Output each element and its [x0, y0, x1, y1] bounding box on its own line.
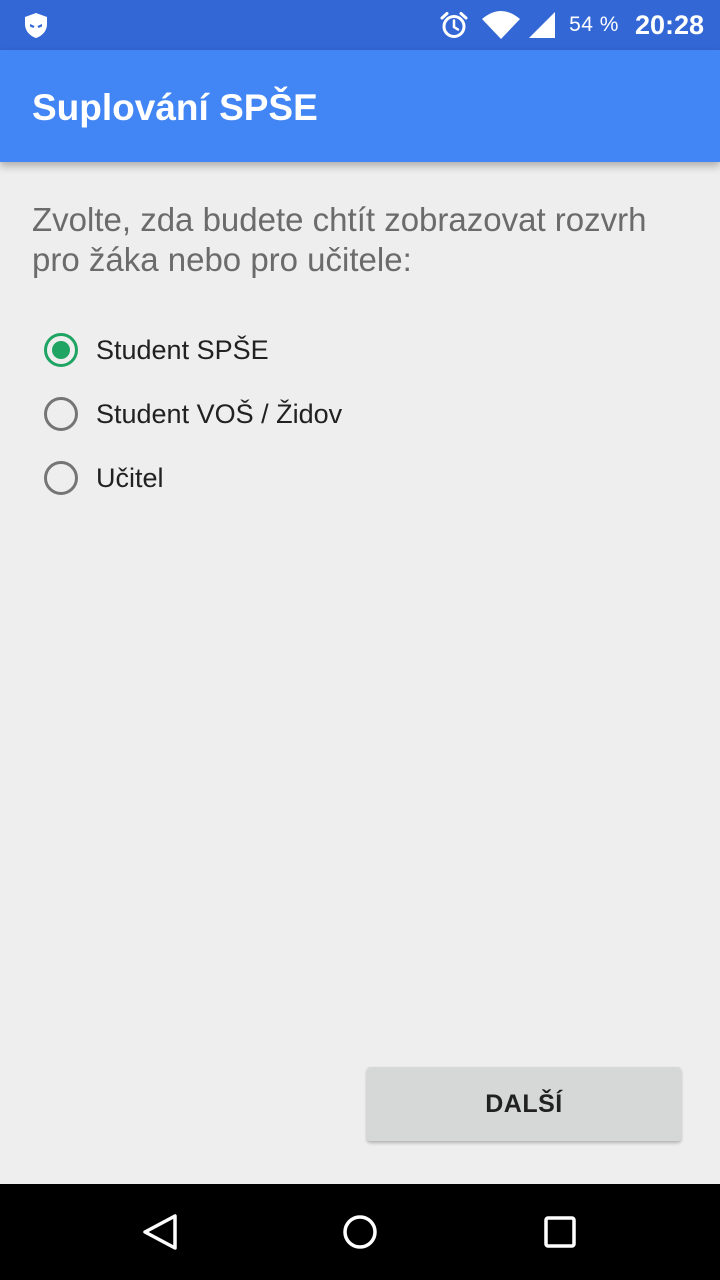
navigation-bar — [0, 1184, 720, 1280]
radio-label: Učitel — [96, 462, 164, 493]
radio-label: Student SPŠE — [96, 334, 269, 365]
instruction-text: Zvolte, zda budete chtít zobrazovat rozv… — [32, 201, 647, 278]
app-bar: Suplování SPŠE — [0, 50, 720, 162]
role-radio-group: Student SPŠE Student VOŠ / Židov Učitel — [44, 318, 342, 510]
status-bar: 54 % 20:28 — [0, 0, 720, 50]
wifi-icon — [482, 11, 521, 39]
radio-option-student-spse[interactable]: Student SPŠE — [44, 318, 342, 382]
radio-button[interactable] — [44, 397, 78, 431]
clock: 20:28 — [634, 9, 704, 40]
radio-option-ucitel[interactable]: Učitel — [44, 446, 342, 510]
cell-signal-icon — [529, 12, 556, 38]
battery-percentage: 54 % — [569, 13, 619, 36]
next-button[interactable]: DALŠÍ — [367, 1067, 681, 1141]
radio-option-student-vos-zidov[interactable]: Student VOŠ / Židov — [44, 382, 342, 446]
alarm-icon — [440, 12, 468, 38]
shield-icon — [25, 13, 47, 38]
radio-button[interactable] — [44, 461, 78, 495]
home-icon[interactable] — [336, 1208, 384, 1256]
recents-icon[interactable] — [536, 1208, 584, 1256]
back-icon[interactable] — [136, 1208, 184, 1256]
radio-label: Student VOŠ / Židov — [96, 398, 343, 429]
app-title: Suplování SPŠE — [32, 87, 318, 128]
radio-button[interactable] — [44, 333, 78, 367]
